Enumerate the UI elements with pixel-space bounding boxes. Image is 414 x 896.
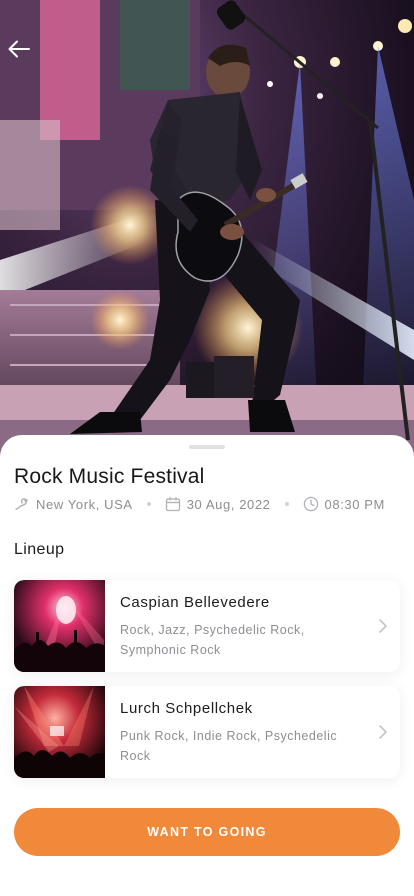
location-icon	[15, 498, 28, 510]
artist-card[interactable]: Lurch Schpellchek Punk Rock, Indie Rock,…	[14, 686, 400, 778]
hero-image	[0, 0, 414, 460]
calendar-icon	[165, 497, 180, 512]
back-arrow-icon	[8, 40, 30, 58]
event-details-sheet: Rock Music Festival New York, USA 30 Aug…	[0, 435, 414, 896]
event-location: New York, USA	[14, 497, 133, 512]
artist-name: Caspian Bellevedere	[120, 594, 270, 611]
meta-separator	[284, 502, 289, 506]
event-date: 30 Aug, 2022	[165, 496, 271, 512]
chevron-right-icon	[379, 725, 387, 739]
artist-genres: Rock, Jazz, Psychedelic Rock, Symphonic …	[120, 623, 305, 657]
artist-card[interactable]: Caspian Bellevedere Rock, Jazz, Psychede…	[14, 580, 400, 672]
clock-icon	[303, 496, 318, 512]
artist-thumbnail	[14, 686, 105, 778]
event-meta: New York, USA 30 Aug, 2022 08:30 PM	[14, 495, 404, 513]
artist-name: Lurch Schpellchek	[120, 700, 253, 717]
lineup-heading: Lineup	[14, 541, 65, 558]
time-text: 08:30 PM	[324, 496, 385, 512]
event-time: 08:30 PM	[303, 496, 385, 512]
chevron-right-icon	[379, 619, 387, 633]
artist-thumbnail	[14, 580, 105, 672]
concert-photo	[0, 0, 414, 460]
location-text: New York, USA	[36, 496, 133, 512]
back-button[interactable]	[8, 40, 38, 74]
meta-separator	[146, 502, 151, 506]
date-text: 30 Aug, 2022	[186, 496, 271, 512]
event-title: Rock Music Festival	[14, 465, 205, 488]
sheet-drag-handle[interactable]	[189, 445, 225, 449]
want-to-going-button[interactable]: WANT TO GOING	[14, 808, 400, 856]
artist-genres: Punk Rock, Indie Rock, Psychedelic Rock	[120, 729, 338, 763]
